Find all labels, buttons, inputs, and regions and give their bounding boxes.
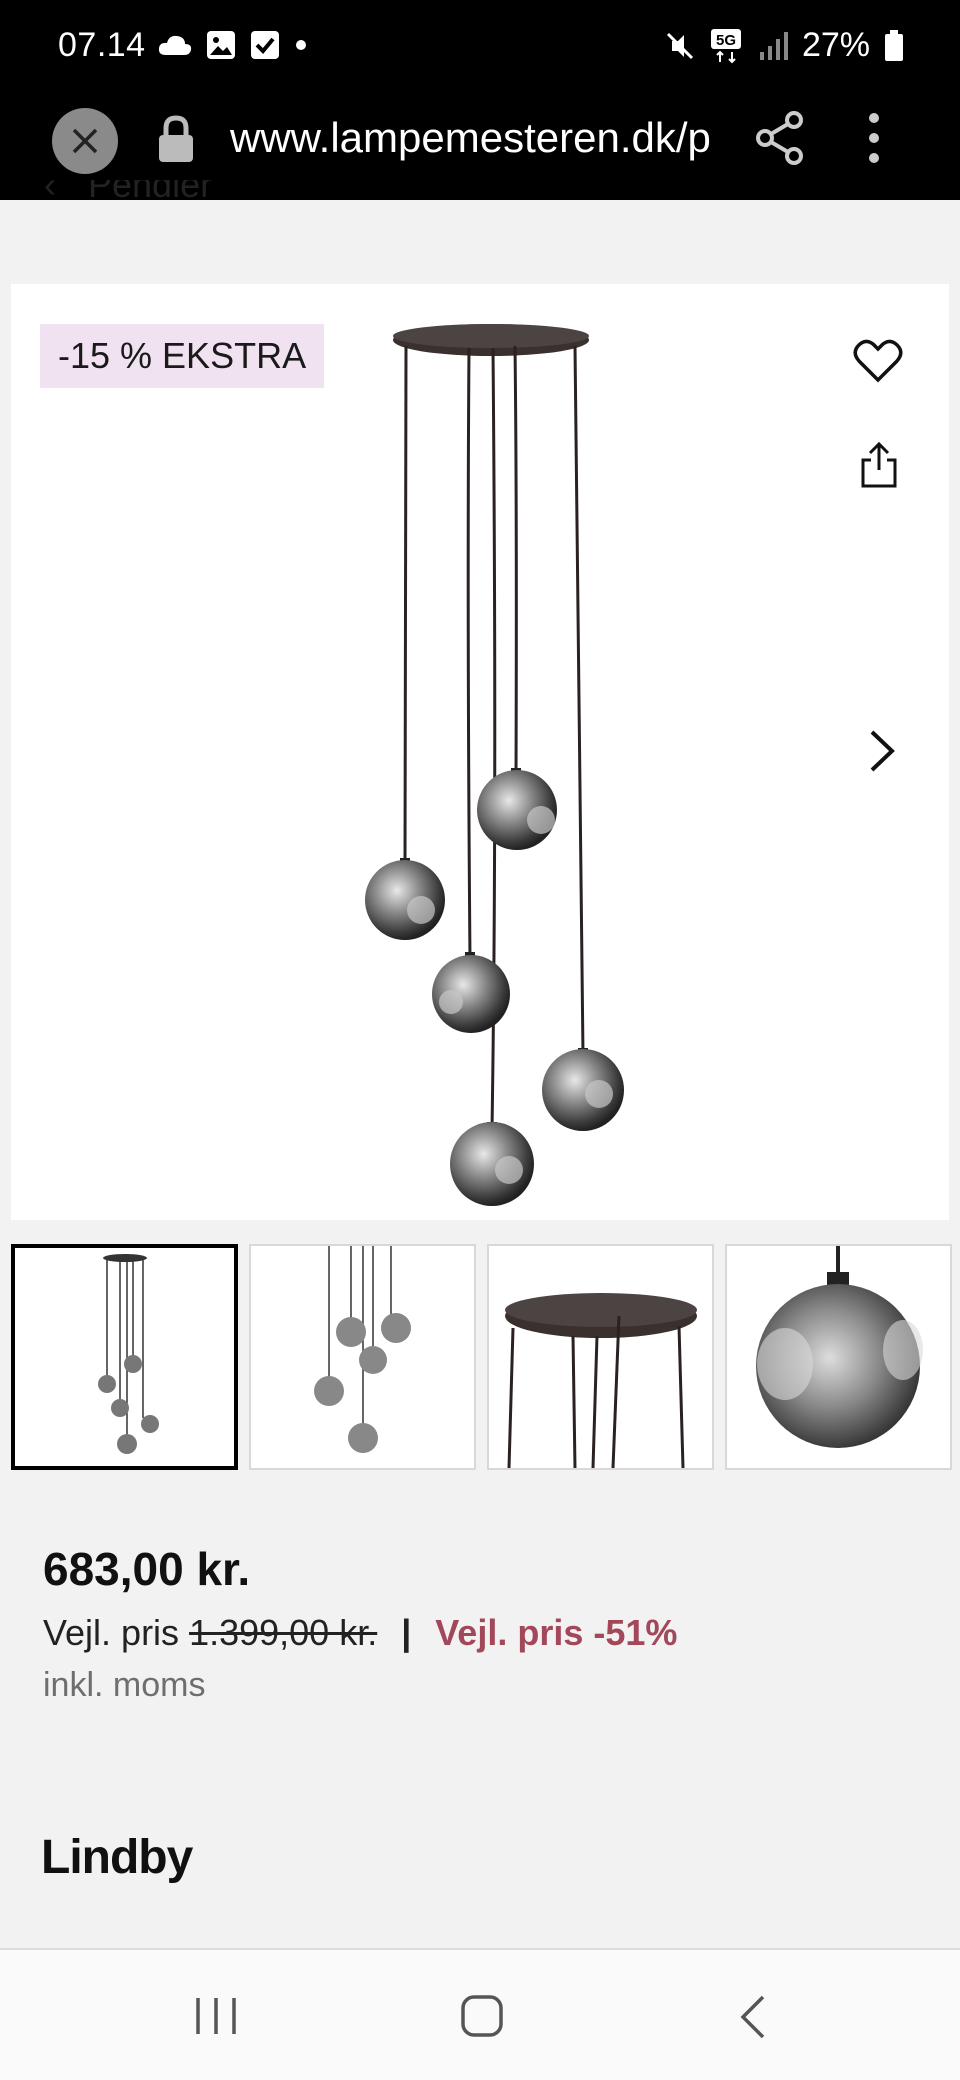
image-icon bbox=[207, 31, 235, 59]
status-right: 5G 27% bbox=[664, 26, 904, 65]
url-field[interactable]: www.lampemesteren.dk/p bbox=[230, 114, 716, 162]
globe-4 bbox=[542, 1048, 624, 1131]
rrp-label: Vejl. pris bbox=[43, 1612, 180, 1653]
close-tab-button[interactable] bbox=[52, 108, 118, 174]
thumbnail-image bbox=[314, 1246, 411, 1453]
thumbnail-image bbox=[756, 1246, 923, 1448]
recent-apps-icon[interactable] bbox=[194, 1996, 238, 2036]
globe-1 bbox=[477, 768, 557, 850]
thumbnail-strip bbox=[11, 1244, 952, 1470]
system-nav-bar bbox=[0, 1948, 960, 2080]
share-icon[interactable] bbox=[754, 110, 806, 166]
status-time: 07.14 bbox=[58, 26, 146, 64]
chevron-left-icon: ‹ bbox=[44, 180, 56, 205]
globe-2 bbox=[365, 858, 445, 940]
globe-3 bbox=[432, 952, 510, 1033]
signal-icon bbox=[759, 31, 788, 60]
rrp-value: 1.399,00 kr. bbox=[189, 1612, 378, 1653]
vat-note: inkl. moms bbox=[43, 1666, 206, 1704]
back-icon[interactable] bbox=[738, 1994, 768, 2040]
separator: | bbox=[401, 1612, 412, 1653]
product-image[interactable] bbox=[351, 310, 651, 1210]
dot-icon bbox=[296, 40, 306, 50]
thumbnail-image bbox=[98, 1254, 159, 1454]
product-image-gallery[interactable]: -15 % EKSTRA bbox=[11, 284, 949, 1220]
status-bar: 07.14 5G 27% bbox=[0, 0, 960, 96]
thumbnail-image bbox=[505, 1293, 697, 1468]
home-icon[interactable] bbox=[460, 1994, 504, 2038]
discount-label: Vejl. pris -51% bbox=[435, 1612, 678, 1653]
product-price: 683,00 kr. bbox=[43, 1543, 251, 1595]
discount-badge: -15 % EKSTRA bbox=[40, 324, 325, 388]
more-vertical-icon[interactable] bbox=[860, 110, 888, 166]
cloud-icon bbox=[158, 35, 192, 55]
lock-icon[interactable] bbox=[156, 114, 196, 164]
export-icon[interactable] bbox=[859, 442, 899, 488]
network-icon: 5G bbox=[710, 28, 741, 63]
chevron-right-icon[interactable] bbox=[867, 728, 897, 774]
battery-icon bbox=[885, 29, 903, 61]
thumbnail-3[interactable] bbox=[487, 1244, 714, 1470]
battery-percent: 27% bbox=[801, 26, 870, 64]
breadcrumb-label[interactable]: Pendler bbox=[88, 180, 212, 206]
heart-icon[interactable] bbox=[853, 338, 903, 384]
notification-icons bbox=[158, 30, 308, 60]
rrp-line: Vejl. pris 1.399,00 kr. | Vejl. pris -51… bbox=[43, 1612, 677, 1654]
thumbnail-4[interactable] bbox=[725, 1244, 952, 1470]
breadcrumb[interactable]: ‹ Pendler bbox=[44, 180, 444, 220]
globe-5 bbox=[450, 1122, 534, 1206]
thumbnail-1[interactable] bbox=[11, 1244, 238, 1470]
thumbnail-2[interactable] bbox=[249, 1244, 476, 1470]
checkbox-icon bbox=[251, 31, 279, 59]
svg-text:5G: 5G bbox=[716, 32, 736, 49]
mute-icon bbox=[666, 32, 693, 59]
close-icon bbox=[72, 128, 98, 154]
brand-logo[interactable]: Lindby bbox=[41, 1830, 193, 1885]
